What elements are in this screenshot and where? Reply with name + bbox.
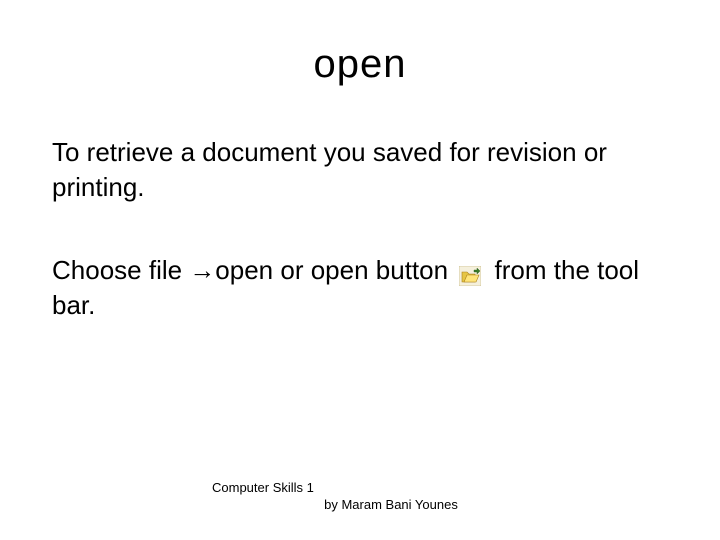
description-paragraph: To retrieve a document you saved for rev… <box>0 135 720 205</box>
slide-title: open <box>0 0 720 87</box>
open-folder-icon <box>459 260 481 280</box>
footer-line-2: by Maram Bani Younes <box>212 497 458 514</box>
footer-line-1: Computer Skills 1 <box>212 480 458 497</box>
slide: open To retrieve a document you saved fo… <box>0 0 720 540</box>
instruction-paragraph: Choose file →open or open button from th… <box>0 253 720 323</box>
slide-footer: Computer Skills 1 by Maram Bani Younes <box>212 480 458 514</box>
instruction-text-before: Choose file →open or open button <box>52 255 448 285</box>
